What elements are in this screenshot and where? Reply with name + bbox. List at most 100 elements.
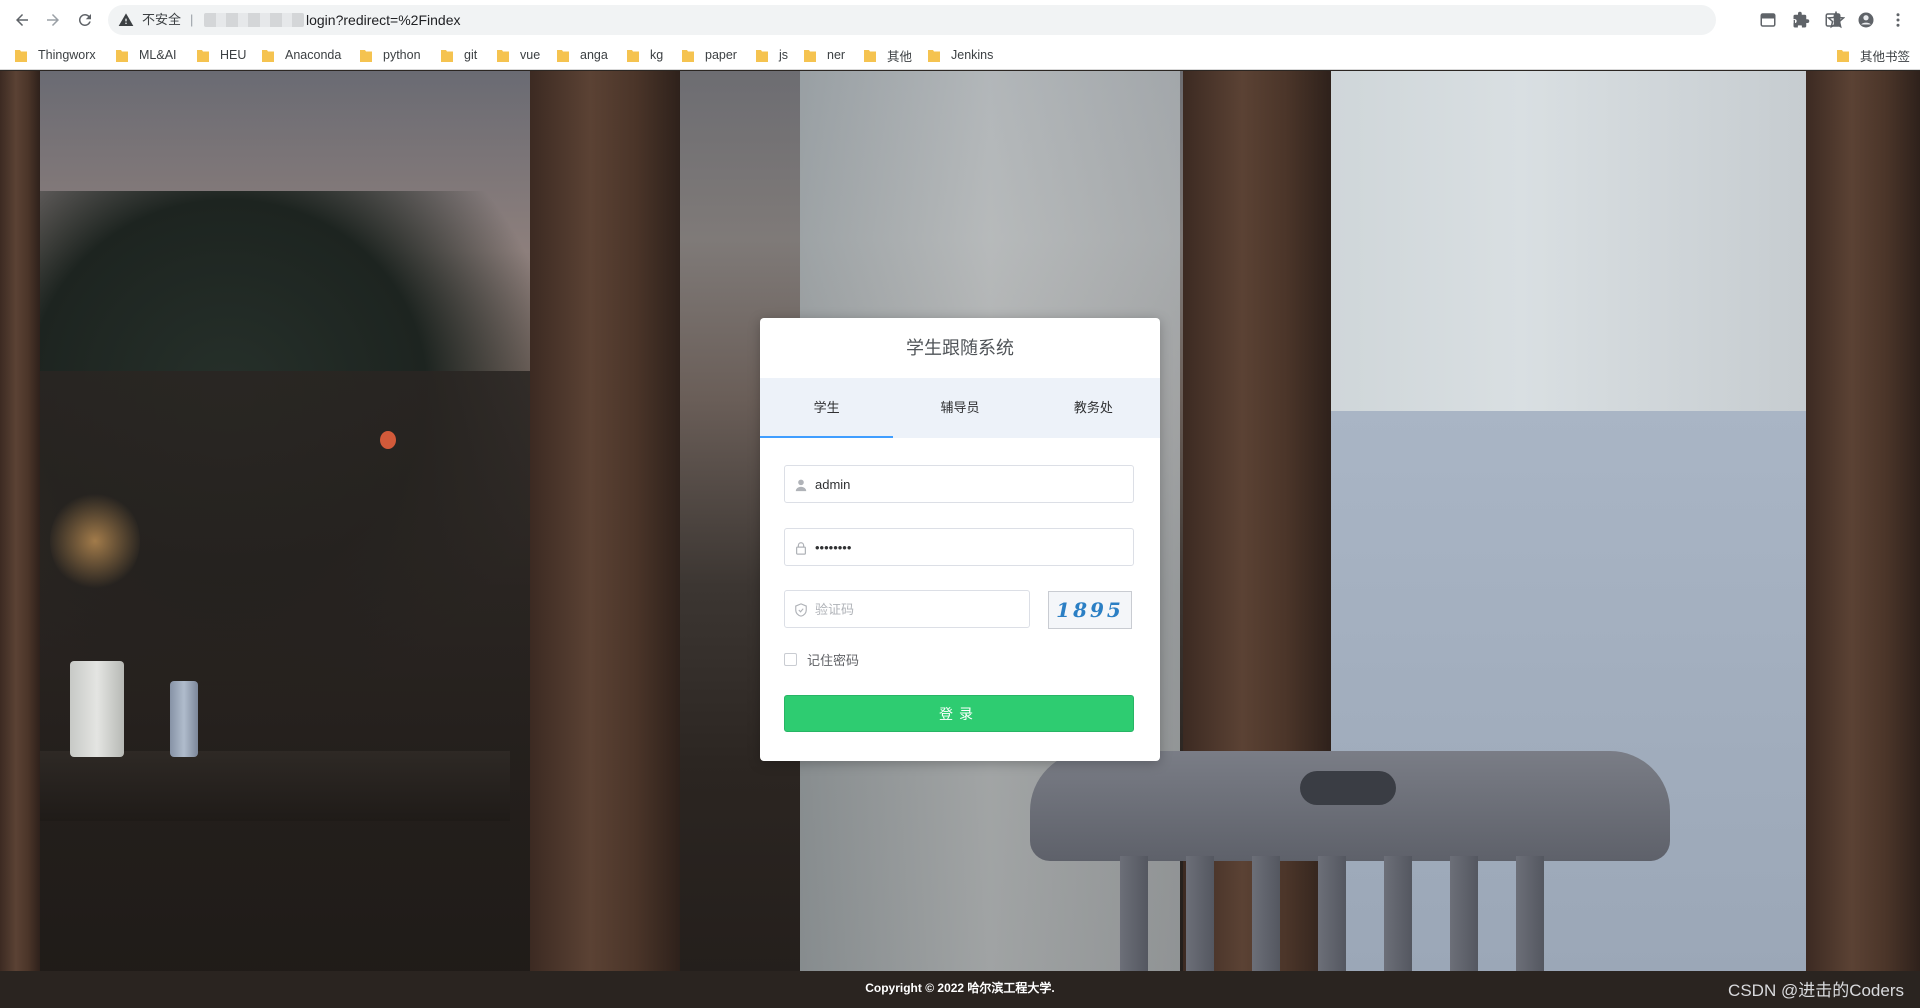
browser-menu-button[interactable]	[1888, 10, 1908, 30]
remember-password[interactable]: 记住密码	[784, 650, 859, 669]
bookmark-folder[interactable]: python	[360, 46, 421, 64]
csdn-watermark: CSDN @进击的Coders	[1728, 981, 1904, 1000]
bookmark-label: js	[779, 48, 789, 62]
side-panel-button[interactable]	[1823, 10, 1843, 30]
url-text[interactable]: login?redirect=%2Findex	[306, 11, 460, 29]
folder-icon	[627, 49, 639, 62]
bg-wood-beam	[1806, 71, 1920, 1008]
bookmark-folder[interactable]: git	[441, 46, 477, 64]
bookmark-folder[interactable]: paper	[682, 46, 737, 64]
tab-search-icon	[1760, 13, 1776, 27]
reload-icon	[78, 13, 91, 26]
more-vert-icon	[1896, 13, 1900, 27]
bookmark-label: ner	[827, 48, 846, 62]
bg-red-light	[380, 431, 396, 449]
bookmark-label: vue	[520, 48, 541, 62]
address-bar[interactable]: 不安全 | login?redirect=%2Findex	[108, 5, 1845, 35]
forward-button[interactable]	[41, 8, 65, 32]
bookmark-label: Jenkins	[951, 48, 994, 62]
tab-counselor[interactable]: 辅导员	[893, 378, 1026, 438]
remember-label: 记住密码	[807, 653, 860, 668]
folder-icon	[360, 49, 372, 62]
username-input[interactable]	[815, 466, 1125, 502]
browser-toolbar: 不安全 | login?redirect=%2Findex	[0, 0, 1920, 40]
security-separator: |	[190, 12, 194, 27]
folder-icon	[197, 49, 209, 62]
back-button[interactable]	[10, 8, 34, 32]
bookmark-folder[interactable]: Thingworx	[15, 46, 96, 64]
captcha-code: 1895	[1056, 598, 1124, 622]
folder-icon	[1837, 49, 1849, 62]
captcha-input[interactable]	[815, 591, 1015, 627]
remember-checkbox[interactable]	[784, 653, 797, 666]
bg-bottle	[170, 681, 198, 757]
folder-icon	[441, 49, 453, 62]
bookmark-label: git	[464, 48, 478, 62]
avatar-icon	[1858, 12, 1874, 28]
bg-chair-hole	[1300, 771, 1396, 805]
bookmarks-bar: Thingworx ML&AI HEU Anaconda python git …	[0, 40, 1920, 70]
bookmark-folder[interactable]: js	[756, 46, 788, 64]
login-button[interactable]: 登录	[784, 695, 1134, 732]
bookmark-label: anga	[580, 48, 608, 62]
tab-search-button[interactable]	[1758, 10, 1778, 30]
folder-icon	[497, 49, 509, 62]
folder-icon	[116, 49, 128, 62]
bookmark-folder[interactable]: Anaconda	[262, 46, 341, 64]
folder-icon	[682, 49, 694, 62]
bg-wood-beam	[530, 71, 680, 1008]
bookmark-folder[interactable]: ML&AI	[116, 46, 177, 64]
bg-cup	[70, 661, 124, 757]
forward-arrow-icon	[47, 14, 59, 26]
bg-lamp-glow	[50, 491, 140, 591]
bookmark-label: 其他书签	[1860, 49, 1911, 64]
bg-chair-back	[1030, 751, 1670, 861]
username-field[interactable]	[784, 465, 1134, 503]
bookmark-label: Anaconda	[285, 48, 342, 62]
folder-icon	[557, 49, 569, 62]
bookmark-folder[interactable]: kg	[627, 46, 663, 64]
tab-academic-office[interactable]: 教务处	[1027, 378, 1160, 438]
bookmark-label: kg	[650, 48, 664, 62]
bookmark-folder[interactable]: Jenkins	[928, 46, 993, 64]
folder-icon	[15, 49, 27, 62]
login-card: 学生跟随系统 学生 辅导员 教务处 1895 记住密码 登录	[760, 318, 1160, 761]
bookmark-label: paper	[705, 48, 737, 62]
warning-icon	[118, 13, 134, 26]
copyright-footer: Copyright © 2022 哈尔滨工程大学.	[865, 981, 1055, 995]
lock-icon	[793, 540, 809, 556]
bookmark-label: python	[383, 48, 421, 62]
bookmark-label: HEU	[220, 48, 247, 62]
side-panel-icon	[1825, 13, 1841, 27]
captcha-field[interactable]	[784, 590, 1030, 628]
security-label[interactable]: 不安全	[142, 12, 181, 28]
browser-chrome: 不安全 | login?redirect=%2Findex Thingworx …	[0, 0, 1920, 70]
bookmark-label: Thingworx	[38, 48, 96, 62]
bookmark-label: ML&AI	[139, 48, 177, 62]
tab-student[interactable]: 学生	[760, 378, 894, 438]
shield-icon	[793, 602, 809, 618]
profile-button[interactable]	[1856, 10, 1876, 30]
puzzle-icon	[1793, 11, 1810, 28]
password-input[interactable]	[815, 529, 1125, 565]
bookmark-folder[interactable]: ner	[804, 46, 845, 64]
extensions-button[interactable]	[1791, 10, 1811, 30]
role-tabs: 学生 辅导员 教务处	[760, 378, 1160, 438]
folder-icon	[804, 49, 816, 62]
captcha-image[interactable]: 1895	[1048, 591, 1132, 629]
reload-button[interactable]	[73, 8, 97, 32]
other-bookmarks-folder[interactable]: 其他书签	[1837, 46, 1910, 64]
bg-table	[30, 751, 510, 821]
bookmark-folder[interactable]: anga	[557, 46, 608, 64]
user-icon	[793, 477, 809, 493]
login-title: 学生跟随系统	[906, 338, 1014, 358]
bookmark-label: 其他	[887, 49, 913, 64]
folder-icon	[756, 49, 768, 62]
password-field[interactable]	[784, 528, 1134, 566]
bookmark-folder[interactable]: vue	[497, 46, 540, 64]
bookmark-folder[interactable]: 其他	[864, 46, 912, 64]
folder-icon	[262, 49, 274, 62]
bookmark-folder[interactable]: HEU	[197, 46, 246, 64]
blurred-host	[204, 13, 304, 27]
back-arrow-icon	[16, 14, 28, 26]
